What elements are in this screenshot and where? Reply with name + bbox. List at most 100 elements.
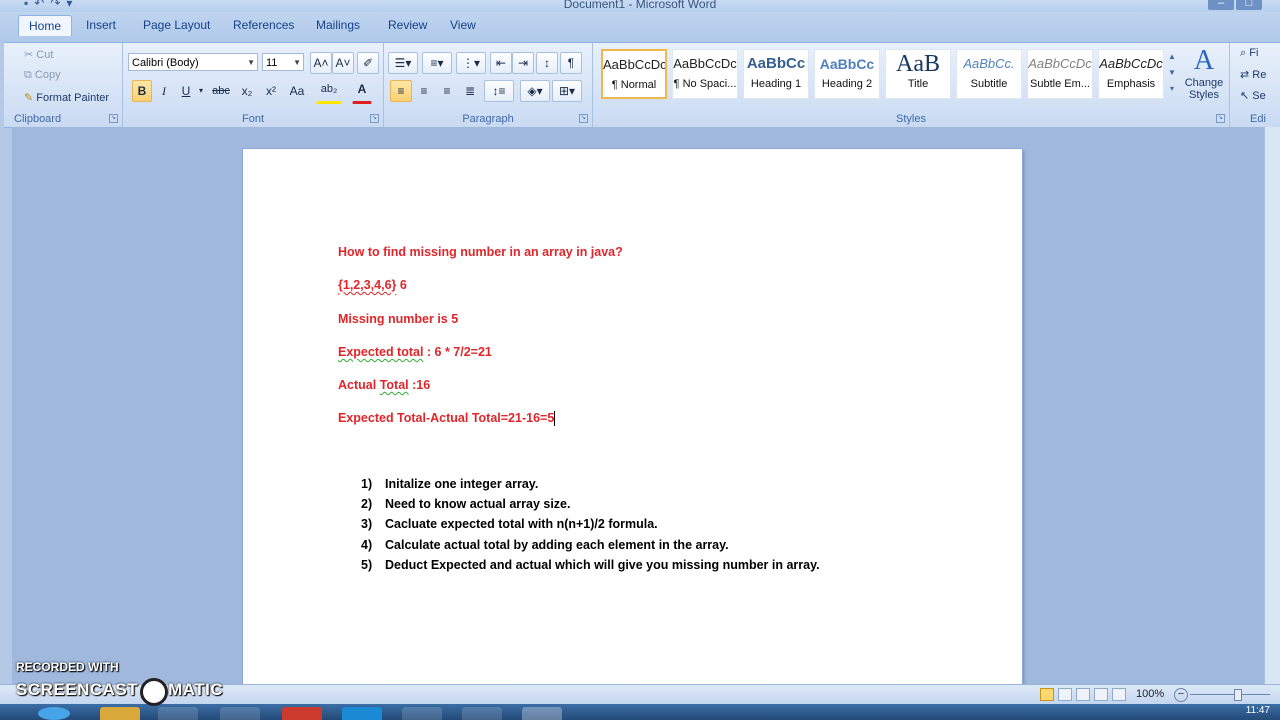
strikethrough-button[interactable]: abc bbox=[208, 80, 234, 102]
style-heading-1[interactable]: AaBbCс Heading 1 bbox=[743, 49, 809, 99]
explorer-icon[interactable] bbox=[100, 707, 140, 720]
style-subtitle[interactable]: AaBbCc. Subtitle bbox=[956, 49, 1022, 99]
style-sample: AaBbCc bbox=[819, 56, 875, 72]
actual-label-a: Actual bbox=[338, 378, 380, 392]
full-screen-reading-icon[interactable] bbox=[1058, 688, 1072, 701]
list-text: Calculate actual total by adding each el… bbox=[385, 538, 729, 552]
justify-icon[interactable]: ≣ bbox=[459, 80, 481, 102]
chevron-down-icon: ▼ bbox=[247, 58, 255, 67]
style-emphasis[interactable]: AaBbCcDc Emphasis bbox=[1098, 49, 1164, 99]
tab-page-layout[interactable]: Page Layout bbox=[143, 18, 210, 32]
clipboard-group-label: Clipboard bbox=[14, 113, 62, 125]
styles-dialog-launcher-icon[interactable]: ↘ bbox=[1216, 114, 1225, 123]
web-layout-icon[interactable] bbox=[1076, 688, 1090, 701]
decrease-indent-icon[interactable]: ⇤ bbox=[490, 52, 512, 74]
underline-button[interactable]: U bbox=[176, 80, 196, 102]
zoom-slider-thumb[interactable] bbox=[1234, 689, 1242, 701]
chrome-icon[interactable] bbox=[282, 707, 322, 720]
zoom-level[interactable]: 100% bbox=[1136, 688, 1164, 700]
numbering-icon[interactable]: ≡▾ bbox=[422, 52, 452, 74]
font-name-select[interactable]: Calibri (Body) ▼ bbox=[128, 53, 258, 71]
grow-font-button[interactable]: A˄ bbox=[310, 52, 332, 74]
find-button[interactable]: ⌕ Fi bbox=[1240, 47, 1258, 60]
tab-mailings[interactable]: Mailings bbox=[316, 18, 360, 32]
sort-icon[interactable]: ↕ bbox=[536, 52, 558, 74]
skype-icon[interactable] bbox=[342, 707, 382, 720]
line-spacing-icon[interactable]: ↕≡ bbox=[484, 80, 514, 102]
bullets-icon[interactable]: ☰▾ bbox=[388, 52, 418, 74]
borders-icon[interactable]: ⊞▾ bbox=[552, 80, 582, 102]
chevron-down-icon[interactable]: ▾ bbox=[196, 80, 206, 102]
minimize-button[interactable]: – bbox=[1208, 0, 1234, 10]
select-button[interactable]: ↖ Se bbox=[1240, 89, 1266, 102]
change-styles-icon: A bbox=[1193, 45, 1215, 76]
style-subtle-emphasis[interactable]: AaBbCcDc Subtle Em... bbox=[1027, 49, 1093, 99]
zoom-slider[interactable] bbox=[1190, 694, 1270, 695]
font-dialog-launcher-icon[interactable]: ↘ bbox=[370, 114, 379, 123]
replace-button[interactable]: ⇄ Re bbox=[1240, 68, 1266, 81]
format-painter-button[interactable]: ✎ Format Painter bbox=[24, 91, 109, 104]
show-formatting-button[interactable]: ¶ bbox=[560, 52, 582, 74]
tab-review[interactable]: Review bbox=[388, 18, 427, 32]
draft-icon[interactable] bbox=[1112, 688, 1126, 701]
superscript-button[interactable]: x² bbox=[260, 80, 282, 102]
style-sample: AaB bbox=[896, 51, 940, 77]
align-left-icon[interactable]: ≡ bbox=[390, 80, 412, 102]
style-heading-2[interactable]: AaBbCc Heading 2 bbox=[814, 49, 880, 99]
media-player-icon[interactable] bbox=[158, 707, 198, 720]
chevron-down-icon: ▼ bbox=[293, 58, 301, 67]
tab-home[interactable]: Home bbox=[18, 15, 73, 36]
style-name: Emphasis bbox=[1106, 78, 1156, 90]
array-n: 6 bbox=[396, 278, 407, 292]
font-group-label: Font bbox=[241, 113, 264, 125]
print-layout-icon[interactable] bbox=[1040, 688, 1054, 701]
change-styles-button[interactable]: A Change Styles bbox=[1181, 45, 1227, 101]
shading-icon[interactable]: ◈▾ bbox=[520, 80, 550, 102]
vertical-scrollbar[interactable] bbox=[1264, 127, 1280, 684]
styles-scroll[interactable]: ▲ ▼ ▾ bbox=[1167, 49, 1177, 99]
list-number: 4) bbox=[361, 538, 373, 552]
start-button-icon[interactable] bbox=[38, 707, 70, 720]
bold-button[interactable]: B bbox=[132, 80, 152, 102]
tab-insert[interactable]: Insert bbox=[86, 18, 116, 32]
align-right-icon[interactable]: ≡ bbox=[436, 80, 458, 102]
app-icon[interactable] bbox=[402, 707, 442, 720]
doc-expected-line: Expected total : 6 * 7/2=21 bbox=[338, 345, 492, 359]
subscript-button[interactable]: x₂ bbox=[236, 80, 258, 102]
font-size-select[interactable]: 11 ▼ bbox=[262, 53, 304, 71]
copy-button[interactable]: ⧉ Copy bbox=[24, 69, 61, 82]
tab-view[interactable]: View bbox=[450, 18, 476, 32]
maximize-button[interactable]: □ bbox=[1236, 0, 1262, 10]
cut-button[interactable]: ✂ Cut bbox=[24, 48, 53, 61]
clipboard-dialog-launcher-icon[interactable]: ↘ bbox=[109, 114, 118, 123]
zoom-out-icon[interactable]: − bbox=[1174, 688, 1188, 702]
actual-label-b: Total bbox=[379, 378, 409, 392]
multilevel-list-icon[interactable]: ⋮▾ bbox=[456, 52, 486, 74]
paintbrush-icon: ✎ bbox=[24, 92, 34, 104]
word-taskbar-icon[interactable] bbox=[522, 707, 562, 720]
clear-formatting-icon[interactable]: ✐ bbox=[357, 52, 379, 74]
firefox-icon[interactable] bbox=[220, 707, 260, 720]
outline-icon[interactable] bbox=[1094, 688, 1108, 701]
align-center-icon[interactable]: ≡ bbox=[413, 80, 435, 102]
document-area[interactable]: How to find missing number in an array i… bbox=[12, 127, 1264, 684]
font-size-value: 11 bbox=[266, 57, 278, 69]
style-sample: AaBbCcDc bbox=[673, 56, 737, 71]
change-case-button[interactable]: Aa bbox=[284, 80, 310, 102]
app-icon[interactable] bbox=[462, 707, 502, 720]
style-title[interactable]: AaB Title bbox=[885, 49, 951, 99]
style-normal[interactable]: AaBbCcDc ¶ Normal bbox=[601, 49, 667, 99]
italic-button[interactable]: I bbox=[154, 80, 174, 102]
style-no-spacing[interactable]: AaBbCcDc ¶ No Spaci... bbox=[672, 49, 738, 99]
doc-diff-line: Expected Total-Actual Total=21-16=5 bbox=[338, 411, 556, 427]
increase-indent-icon[interactable]: ⇥ bbox=[512, 52, 534, 74]
shrink-font-button[interactable]: A˅ bbox=[332, 52, 354, 74]
list-item: 3) Cacluate expected total with n(n+1)/2 … bbox=[361, 517, 658, 531]
list-number: 2) bbox=[361, 497, 373, 511]
font-color-button[interactable]: A bbox=[352, 80, 372, 104]
document-page[interactable]: How to find missing number in an array i… bbox=[243, 149, 1022, 684]
tab-references[interactable]: References bbox=[233, 18, 294, 32]
paragraph-dialog-launcher-icon[interactable]: ↘ bbox=[579, 114, 588, 123]
highlight-button[interactable]: ab₂ bbox=[316, 80, 342, 104]
replace-icon: ⇄ bbox=[1240, 69, 1250, 81]
